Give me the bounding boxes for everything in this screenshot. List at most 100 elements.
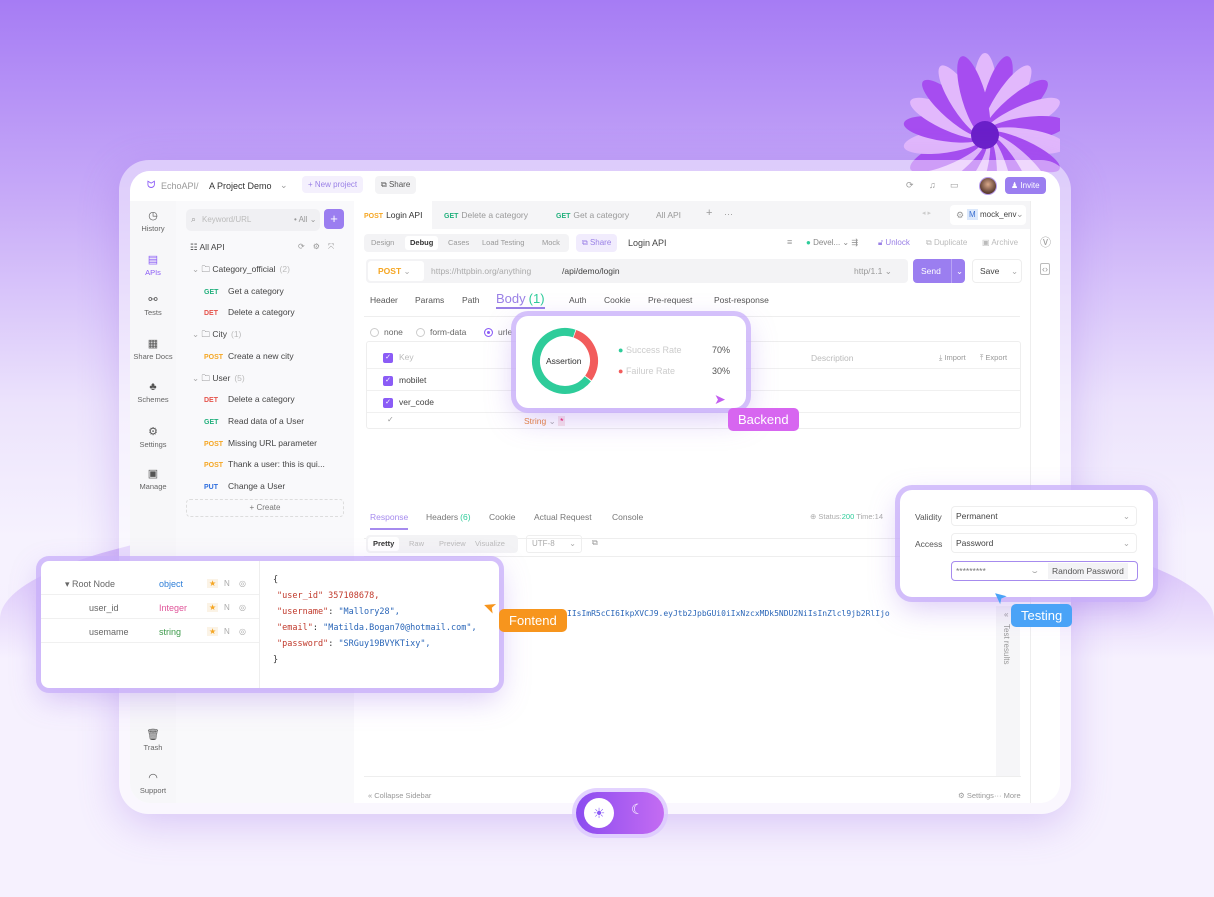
invite-button[interactable]: ♟ Invite [1005,177,1046,194]
format-icon[interactable]: ≡ [787,237,792,247]
tab-get-a-category[interactable]: GET Get a category [546,201,639,229]
select-all-checkbox[interactable]: ✓ [383,352,393,363]
add-api-button[interactable]: + [324,209,344,229]
moon-icon[interactable]: ☾ [631,801,644,818]
rail-item-settings[interactable]: ⚙ Settings [130,425,176,449]
required-star-icon[interactable]: ★ [207,627,219,636]
chevron-down-icon[interactable]: ⌄ [280,180,288,191]
tab-scroll-arrows[interactable]: ◂ ▸ [922,209,931,217]
more-tabs-icon[interactable]: ··· [724,209,733,219]
folder-item[interactable]: ⌄ 🗀 City (1) [192,325,241,343]
mode-tab-load-testing[interactable]: Load Testing [477,236,529,250]
theme-toggle[interactable]: ☀ ☾ [576,792,664,834]
api-item[interactable]: POST Thank a user: this is qui... [204,455,325,473]
status-select[interactable]: ● Devel... ⌄ ⇶ [806,238,858,247]
method-select[interactable]: POST ⌄ [368,261,424,281]
export-button[interactable]: ⤒ Export [980,353,1007,363]
copy-icon[interactable]: ⧉ [592,538,598,548]
tab-cookie[interactable]: Cookie [604,295,630,305]
rail-item-share-docs[interactable]: ▦ Share Docs [130,337,176,361]
new-project-button[interactable]: + New project [302,176,364,193]
response-tab-console[interactable]: Console [612,512,643,522]
footer-settings-button[interactable]: ⚙ Settings [958,791,994,800]
random-password-button[interactable]: Random Password [1048,563,1128,579]
search-box[interactable]: ⌕ Keyword/URL • All ⌄ [186,209,320,231]
schema-field[interactable]: user_id [89,603,119,613]
tab-login-api[interactable]: POST Login API [354,201,433,229]
new-tab-button[interactable]: + [706,207,712,219]
collapse-sidebar-button[interactable]: « Collapse Sidebar [368,791,431,800]
notification-icon[interactable]: ♫ [929,180,936,190]
tab-auth[interactable]: Auth [569,295,587,305]
field-type[interactable]: string [159,627,181,637]
view-tab-pretty[interactable]: Pretty [368,537,400,551]
send-button[interactable]: Send ⌄ [913,259,965,283]
param-key[interactable]: mobilet [399,375,426,385]
expand-icon[interactable]: « [1004,610,1008,619]
share-api-button[interactable]: ⧉ Share [576,234,618,252]
nullable-flag[interactable]: N [224,627,230,636]
access-select[interactable]: Password ⌄ [951,533,1137,553]
mode-tab-mock[interactable]: Mock [537,236,565,250]
api-item[interactable]: POST Create a new city [204,347,294,365]
tab-delete-a-category[interactable]: GET Delete a category [434,201,538,229]
rail-item-tests[interactable]: ⚯ Tests [130,293,176,317]
rail-item-trash[interactable]: 🗑 Trash [130,728,176,752]
new-row-checkbox[interactable]: ✓ [387,415,394,424]
all-api-item[interactable]: ☷ All API [190,238,225,256]
rail-item-apis[interactable]: ▤ APIs [130,253,176,277]
footer-more-button[interactable]: ··· More [994,791,1021,800]
search-input[interactable]: Keyword/URL [202,215,251,224]
avatar[interactable] [979,177,997,195]
rail-item-history[interactable]: ◷ History [130,209,176,233]
required-star-icon[interactable]: ★ [207,579,219,588]
project-name[interactable]: A Project Demo [209,181,272,191]
rail-item-support[interactable]: ◠ Support [130,771,176,795]
tab-all-api[interactable]: All API [646,201,691,229]
radio-urle[interactable]: urle [484,327,512,338]
rail-item-manage[interactable]: ▣ Manage [130,467,176,491]
field-settings-icon[interactable]: ◎ [239,627,246,636]
view-tab-preview[interactable]: Preview [434,537,471,551]
archive-button[interactable]: ▣ Archive [982,238,1018,247]
password-input[interactable]: ********* ⌣ Random Password [951,561,1138,581]
field-settings-icon[interactable]: ◎ [239,603,246,612]
env-select[interactable]: ⚙ M mock_env ⌄ [950,205,1026,225]
tab-pre-request[interactable]: Pre-request [648,295,692,305]
sun-icon[interactable]: ☀ [584,798,614,828]
nullable-flag[interactable]: N [224,579,230,588]
api-item[interactable]: DET Delete a category [204,390,295,408]
version-icon[interactable]: Ⓥ [1040,234,1051,250]
save-button[interactable]: Save ⌄ [972,259,1022,283]
tree-actions[interactable]: ⟳⚙⤧ [298,242,342,252]
folder-item[interactable]: ⌄ 🗀 User (5) [192,369,245,387]
nullable-flag[interactable]: N [224,603,230,612]
encoding-select[interactable]: UTF-8 ⌄ [526,535,582,553]
response-tab-headers[interactable]: Headers (6) [426,512,471,522]
filter-select[interactable]: • All ⌄ [294,215,316,224]
unlock-button[interactable]: 🔓︎ Unlock [878,238,910,248]
view-tab-raw[interactable]: Raw [404,537,429,551]
code-icon[interactable]: ‹› [1040,263,1050,275]
protocol-select[interactable]: http/1.1 ⌄ [854,266,892,277]
mode-tab-debug[interactable]: Debug [405,236,439,250]
api-item[interactable]: DET Delete a category [204,303,295,321]
validity-select[interactable]: Permanent ⌄ [951,506,1137,526]
param-key[interactable]: ver_code [399,397,434,407]
row-checkbox[interactable]: ✓ [383,375,393,386]
share-button[interactable]: ⧉ Share [375,176,417,194]
view-tab-visualize[interactable]: Visualize [470,537,510,551]
tab-path[interactable]: Path [462,295,480,305]
api-item[interactable]: POST Missing URL parameter [204,434,317,452]
duplicate-button[interactable]: ⧉ Duplicate [926,238,967,248]
schema-field[interactable]: ▾ Root Node [65,579,115,590]
response-tab-actual-request[interactable]: Actual Request [534,512,592,522]
folder-item[interactable]: ⌄ 🗀 Category_official (2) [192,260,290,278]
sync-icon[interactable]: ⟳ [906,180,914,191]
test-results-panel[interactable]: « Test results [996,606,1020,776]
tab-body[interactable]: Body (1) [496,291,545,309]
radio-form-data[interactable]: form-data [416,327,466,338]
tab-header[interactable]: Header [370,295,398,305]
rail-item-schemes[interactable]: ♣ Schemes [130,381,176,404]
response-tab-response[interactable]: Response [370,512,409,530]
